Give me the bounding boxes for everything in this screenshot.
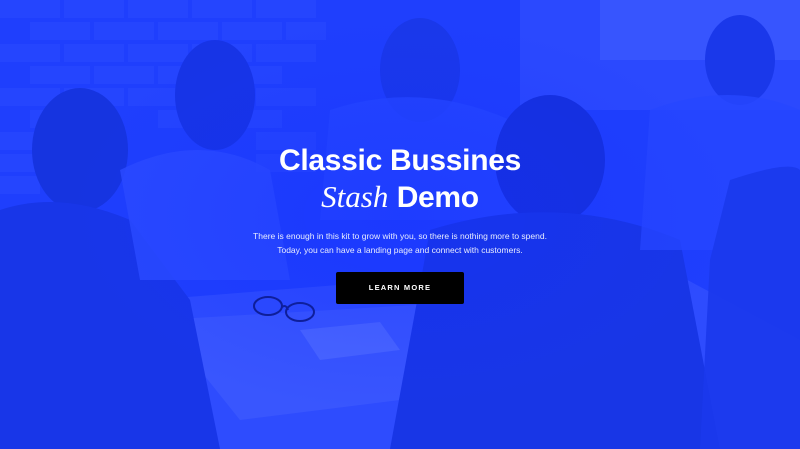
learn-more-button[interactable]: LEARN MORE [336,272,464,304]
hero-subtitle-line1: There is enough in this kit to grow with… [253,231,547,241]
hero-subtitle-line2: Today, you can have a landing page and c… [277,244,523,255]
hero-title-line1: Classic Bussines [279,144,521,177]
hero-content: Classic Bussines Stash Demo There is eno… [0,0,800,449]
hero-section: Classic Bussines Stash Demo There is eno… [0,0,800,449]
hero-title-italic: Stash [321,179,389,214]
hero-title-bold: Demo [396,181,479,214]
hero-title-line2: Stash Demo [0,178,800,217]
hero-subtitle: There is enough in this kit to grow with… [0,230,800,257]
